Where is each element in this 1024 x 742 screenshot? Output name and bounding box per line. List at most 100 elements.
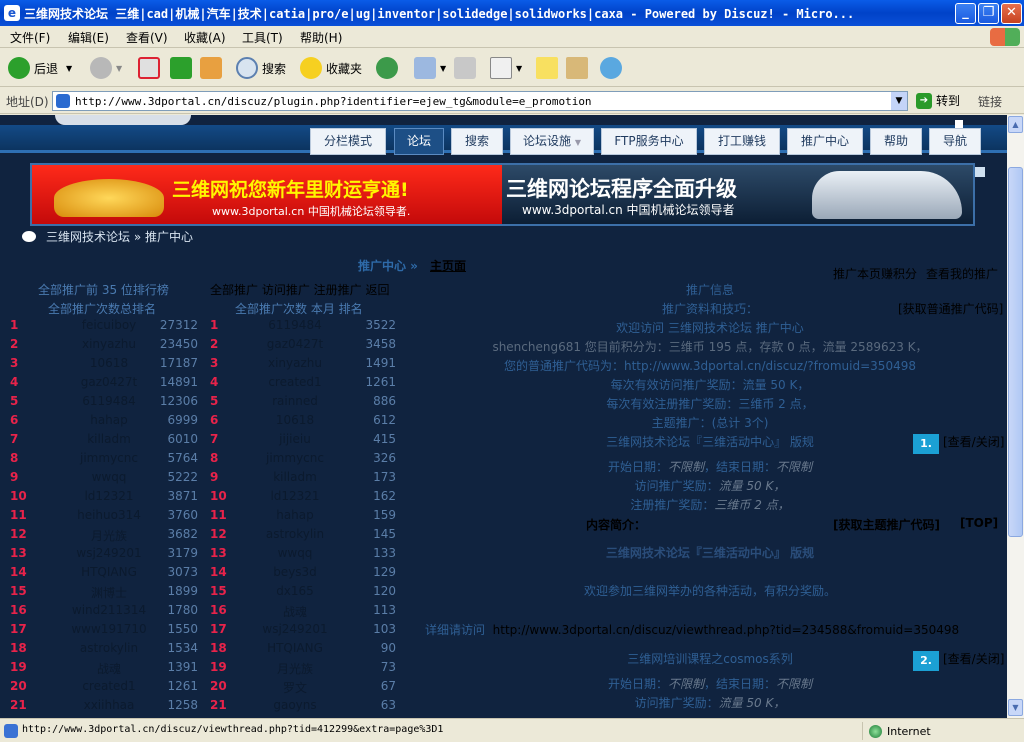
user-link[interactable]: killadm: [64, 432, 154, 446]
my-promo-link[interactable]: 查看我的推广: [926, 265, 998, 282]
topic-code-link[interactable]: [获取主题推广代码]: [833, 516, 940, 533]
banner-close-icon[interactable]: [975, 167, 985, 177]
user-link[interactable]: hahap: [64, 413, 154, 427]
nav-promotion[interactable]: 推广中心: [787, 128, 863, 155]
scroll-thumb[interactable]: [1008, 167, 1023, 537]
banner-newyear[interactable]: 三维网祝您新年里财运亨通! www.3dportal.cn 中国机械论坛领导者.: [32, 165, 502, 224]
discuss-button[interactable]: [536, 55, 562, 81]
chevron-down-icon[interactable]: ▼: [116, 64, 122, 73]
view-close-link-2[interactable]: [查看/关闭]: [943, 650, 1004, 667]
promo-center-title[interactable]: 推广中心 »: [358, 257, 418, 274]
user-link[interactable]: wwqq: [250, 546, 340, 560]
user-link[interactable]: xxiihhaa: [64, 698, 154, 712]
user-link[interactable]: 渊博士: [64, 584, 154, 601]
menu-view[interactable]: 查看(V): [126, 29, 168, 46]
links-button[interactable]: 链接: [978, 93, 1002, 110]
detail-url[interactable]: http://www.3dportal.cn/discuz/viewthread…: [493, 623, 959, 637]
user-link[interactable]: HTQIANG: [64, 565, 154, 579]
user-link[interactable]: beys3d: [250, 565, 340, 579]
banner-upgrade[interactable]: 三维网论坛程序全面升级 www.3dportal.cn 中国机械论坛领导者: [502, 165, 973, 224]
close-button[interactable]: ✕: [1001, 3, 1022, 24]
user-link[interactable]: wsj249201: [250, 622, 340, 636]
user-link[interactable]: gaoyns: [250, 698, 340, 712]
stop-button[interactable]: [138, 55, 164, 81]
user-link[interactable]: 10618: [64, 356, 154, 370]
banner-close-icon[interactable]: [955, 120, 963, 128]
scroll-down-icon[interactable]: ▼: [1008, 699, 1023, 716]
refresh-button[interactable]: [170, 55, 196, 81]
main-page-link[interactable]: 主页面: [430, 257, 466, 274]
user-link[interactable]: 10618: [250, 413, 340, 427]
top-link[interactable]: [TOP]: [960, 516, 998, 530]
user-link[interactable]: rainned: [250, 394, 340, 408]
nav-forum[interactable]: 论坛: [394, 128, 444, 155]
chevron-down-icon[interactable]: ▼: [440, 64, 446, 73]
user-link[interactable]: wwqq: [64, 470, 154, 484]
user-link[interactable]: 月光族: [64, 527, 154, 544]
forward-button[interactable]: ▼: [90, 55, 122, 81]
menu-help[interactable]: 帮助(H): [300, 29, 342, 46]
user-link[interactable]: 6119484: [250, 318, 340, 332]
user-link[interactable]: HTQIANG: [250, 641, 340, 655]
user-link[interactable]: astrokylin: [64, 641, 154, 655]
user-link[interactable]: created1: [250, 375, 340, 389]
home-button[interactable]: [200, 55, 226, 81]
user-link[interactable]: 6119484: [64, 394, 154, 408]
user-link[interactable]: xinyazhu: [250, 356, 340, 370]
nav-help[interactable]: 帮助: [870, 128, 922, 155]
mid-ranking-tabs[interactable]: 全部推广 访问推广 注册推广 返回: [210, 281, 389, 298]
user-link[interactable]: wind211314: [64, 603, 154, 617]
address-input[interactable]: http://www.3dportal.cn/discuz/plugin.php…: [52, 91, 908, 111]
user-link[interactable]: ld12321: [64, 489, 154, 503]
user-link[interactable]: 月光族: [250, 660, 340, 677]
breadcrumb-home[interactable]: 三维网技术论坛: [46, 228, 130, 245]
user-link[interactable]: wsj249201: [64, 546, 154, 560]
user-link[interactable]: jijieiu: [250, 432, 340, 446]
user-link[interactable]: ld12321: [250, 489, 340, 503]
chevron-down-icon[interactable]: ▼: [66, 64, 72, 73]
user-link[interactable]: feicuiboy: [64, 318, 154, 332]
user-link[interactable]: hahap: [250, 508, 340, 522]
maximize-button[interactable]: ❐: [978, 3, 999, 24]
menu-edit[interactable]: 编辑(E): [68, 29, 109, 46]
print-button[interactable]: [454, 55, 480, 81]
search-button[interactable]: 搜索: [236, 55, 286, 81]
nav-earn[interactable]: 打工赚钱: [704, 128, 780, 155]
minimize-button[interactable]: _: [955, 3, 976, 24]
nav-search[interactable]: 搜索: [451, 128, 503, 155]
user-link[interactable]: astrokylin: [250, 527, 340, 541]
user-link[interactable]: 战魂: [250, 603, 340, 620]
vertical-scrollbar[interactable]: ▲ ▼: [1007, 115, 1024, 718]
get-code-link[interactable]: [获取普通推广代码]: [898, 300, 1003, 317]
go-button[interactable]: ➔ 转到: [916, 92, 960, 109]
messenger-button[interactable]: [600, 55, 626, 81]
mail-button[interactable]: ▼: [414, 55, 446, 81]
chevron-down-icon[interactable]: ▼: [891, 92, 907, 110]
user-link[interactable]: 罗文: [250, 679, 340, 696]
user-link[interactable]: 战魂: [64, 660, 154, 677]
promo-points-link[interactable]: 推广本页赚积分: [833, 265, 917, 282]
breadcrumb-current[interactable]: 推广中心: [145, 228, 193, 245]
favorites-button[interactable]: 收藏夹: [300, 55, 362, 81]
user-link[interactable]: gaz0427t: [64, 375, 154, 389]
scroll-up-icon[interactable]: ▲: [1008, 116, 1023, 133]
user-link[interactable]: www191710: [64, 622, 154, 636]
research-button[interactable]: [566, 55, 592, 81]
view-close-link-1[interactable]: [查看/关闭]: [943, 433, 1004, 450]
back-button[interactable]: 后退 ▼: [8, 55, 72, 81]
nav-ftp[interactable]: FTP服务中心: [601, 128, 697, 155]
user-link[interactable]: heihuo314: [64, 508, 154, 522]
menu-tools[interactable]: 工具(T): [242, 29, 283, 46]
user-link[interactable]: jimmycnc: [250, 451, 340, 465]
user-link[interactable]: jimmycnc: [64, 451, 154, 465]
address-url[interactable]: http://www.3dportal.cn/discuz/plugin.php…: [75, 95, 592, 108]
menu-file[interactable]: 文件(F): [10, 29, 50, 46]
user-link[interactable]: gaz0427t: [250, 337, 340, 351]
nav-guide[interactable]: 导航: [929, 128, 981, 155]
user-link[interactable]: dx165: [250, 584, 340, 598]
user-link[interactable]: killadm: [250, 470, 340, 484]
user-link[interactable]: xinyazhu: [64, 337, 154, 351]
edit-button[interactable]: ▼: [490, 55, 522, 81]
nav-facilities[interactable]: 论坛设施 ▼: [510, 128, 594, 155]
user-link[interactable]: created1: [64, 679, 154, 693]
